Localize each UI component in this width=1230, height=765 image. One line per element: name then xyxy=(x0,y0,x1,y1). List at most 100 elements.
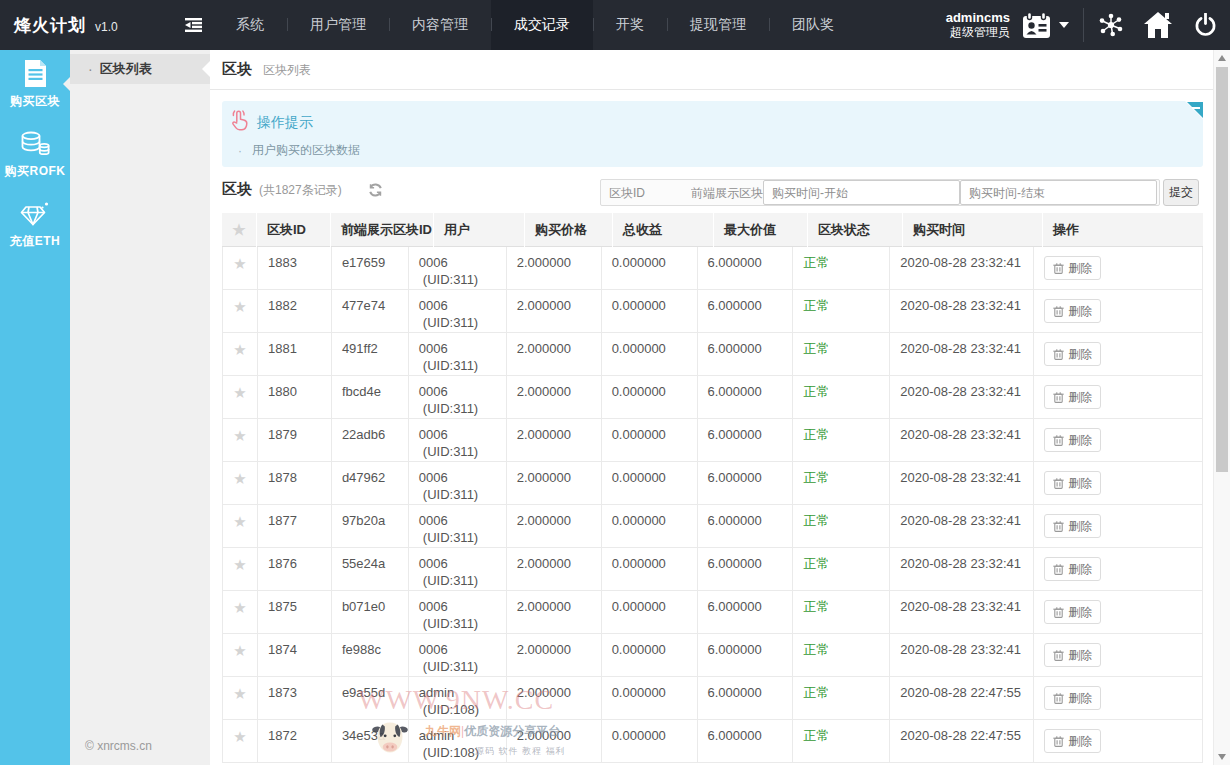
column-header-user: 用户 xyxy=(434,213,525,247)
trash-icon xyxy=(1053,692,1064,704)
star-icon[interactable]: ★ xyxy=(233,341,246,358)
home-icon[interactable] xyxy=(1144,11,1172,39)
refresh-icon[interactable] xyxy=(368,183,383,197)
menu-item-users[interactable]: 用户管理 xyxy=(287,0,389,50)
star-icon[interactable]: ★ xyxy=(233,470,246,487)
sidebar-toggle-icon[interactable] xyxy=(180,12,206,38)
sidebar-item-buy-rofk[interactable]: 购买ROFK xyxy=(0,120,70,190)
cell-front-id: e17659 xyxy=(332,247,409,289)
cell-income: 0.000000 xyxy=(602,333,698,375)
table-row: ★ 1882 477e74 0006(UID:311) 2.000000 0.0… xyxy=(223,290,1203,333)
cell-income: 0.000000 xyxy=(602,419,698,461)
delete-button[interactable]: 删除 xyxy=(1044,643,1101,667)
trash-icon xyxy=(1053,434,1064,446)
cell-block-id: 1873 xyxy=(258,677,332,719)
cell-income: 0.000000 xyxy=(602,247,698,289)
user-info: admincms 超级管理员 xyxy=(946,11,1010,40)
cell-user: 0006(UID:311) xyxy=(409,591,507,633)
star-icon[interactable]: ★ xyxy=(233,427,246,444)
cell-action: 删除 xyxy=(1034,247,1203,289)
star-icon[interactable]: ★ xyxy=(233,685,246,702)
cell-time: 2020-08-28 22:47:55 xyxy=(890,677,1034,719)
menu-item-content[interactable]: 内容管理 xyxy=(389,0,491,50)
cell-status: 正常 xyxy=(793,548,890,590)
user-text: 0006 xyxy=(419,513,448,528)
scrollbar-thumb[interactable] xyxy=(1216,67,1228,472)
menu-item-withdraw[interactable]: 提现管理 xyxy=(667,0,769,50)
star-icon[interactable]: ★ xyxy=(233,599,246,616)
brand-title: 烽火计划 xyxy=(14,14,86,37)
cell-income: 0.000000 xyxy=(602,290,698,332)
delete-button[interactable]: 删除 xyxy=(1044,471,1101,495)
logout-power-icon[interactable] xyxy=(1191,11,1219,39)
coins-icon xyxy=(20,131,50,157)
delete-button[interactable]: 删除 xyxy=(1044,514,1101,538)
cell-front-id: b071e0 xyxy=(332,591,409,633)
menu-item-deals[interactable]: 成交记录 xyxy=(491,0,593,50)
star-icon[interactable]: ★ xyxy=(233,384,246,401)
delete-button[interactable]: 删除 xyxy=(1044,428,1101,452)
search-group xyxy=(600,179,1160,206)
uid-text: (UID:311) xyxy=(419,400,506,417)
cell-front-id: 477e74 xyxy=(332,290,409,332)
menu-item-teamaward[interactable]: 团队奖 xyxy=(769,0,857,50)
sidebar-item-label: 充值ETH xyxy=(10,233,61,250)
table-row: ★ 1876 55e24a 0006(UID:311) 2.000000 0.0… xyxy=(223,548,1203,591)
record-count: (共1827条记录) xyxy=(259,182,342,199)
cell-status: 正常 xyxy=(793,634,890,676)
front-block-input[interactable] xyxy=(689,180,763,205)
cell-income: 0.000000 xyxy=(602,634,698,676)
tip-collapse-corner[interactable] xyxy=(1185,101,1203,119)
trash-icon xyxy=(1053,391,1064,403)
cell-time: 2020-08-28 23:32:41 xyxy=(890,290,1034,332)
profile-card-icon[interactable] xyxy=(1022,12,1051,39)
delete-button-label: 删除 xyxy=(1068,604,1092,621)
user-text: admin xyxy=(419,728,454,743)
user-dropdown-caret-icon[interactable] xyxy=(1059,22,1069,28)
star-icon: ★ xyxy=(232,222,245,237)
submit-button[interactable]: 提交 xyxy=(1163,179,1199,206)
delete-button[interactable]: 删除 xyxy=(1044,686,1101,710)
cell-max: 6.000000 xyxy=(698,720,794,762)
scrollbar-down-arrow-icon[interactable] xyxy=(1218,754,1226,760)
clear-cache-icon[interactable] xyxy=(1097,11,1125,39)
submenu-item-block-list[interactable]: · 区块列表 xyxy=(70,54,210,84)
star-icon[interactable]: ★ xyxy=(233,513,246,530)
delete-button[interactable]: 删除 xyxy=(1044,557,1101,581)
star-icon[interactable]: ★ xyxy=(233,298,246,315)
cell-user: 0006(UID:311) xyxy=(409,376,507,418)
vertical-scrollbar[interactable] xyxy=(1213,50,1230,765)
star-icon[interactable]: ★ xyxy=(233,642,246,659)
buy-time-start-input[interactable] xyxy=(763,180,960,205)
menu-item-system[interactable]: 系统 xyxy=(213,0,287,50)
cell-income: 0.000000 xyxy=(602,462,698,504)
star-icon[interactable]: ★ xyxy=(233,556,246,573)
delete-button[interactable]: 删除 xyxy=(1044,385,1101,409)
cell-user: 0006(UID:311) xyxy=(409,634,507,676)
sidebar-item-buy-block[interactable]: 购买区块 xyxy=(0,50,70,120)
page-title: 区块 xyxy=(222,60,252,79)
delete-button[interactable]: 删除 xyxy=(1044,299,1101,323)
buy-time-end-input[interactable] xyxy=(960,180,1157,205)
trash-icon xyxy=(1053,563,1064,575)
delete-button[interactable]: 删除 xyxy=(1044,256,1101,280)
table-header: ★ 区块ID 前端展示区块ID 用户 购买价格 总收益 最大价值 区块状态 购买… xyxy=(222,213,1203,247)
cell-max: 6.000000 xyxy=(698,634,794,676)
uid-text: (UID:311) xyxy=(419,572,506,589)
document-icon xyxy=(23,61,48,87)
star-icon[interactable]: ★ xyxy=(233,728,246,745)
delete-button[interactable]: 删除 xyxy=(1044,600,1101,624)
table-row: ★ 1879 22adb6 0006(UID:311) 2.000000 0.0… xyxy=(223,419,1203,462)
menu-item-lottery[interactable]: 开奖 xyxy=(593,0,667,50)
main-menu: 系统 用户管理 内容管理 成交记录 开奖 提现管理 团队奖 xyxy=(213,0,857,50)
sidebar-item-recharge-eth[interactable]: 充值ETH xyxy=(0,190,70,260)
star-column-header: ★ xyxy=(222,213,257,247)
delete-button[interactable]: 删除 xyxy=(1044,729,1101,753)
uid-text: (UID:108) xyxy=(419,744,506,761)
scrollbar-up-arrow-icon[interactable] xyxy=(1218,55,1226,61)
block-id-input[interactable] xyxy=(601,180,689,205)
main-sidebar: 购买区块 购买ROFK 充值E xyxy=(0,50,70,765)
delete-button[interactable]: 删除 xyxy=(1044,342,1101,366)
star-icon[interactable]: ★ xyxy=(233,255,246,272)
uid-text: (UID:311) xyxy=(419,529,506,546)
